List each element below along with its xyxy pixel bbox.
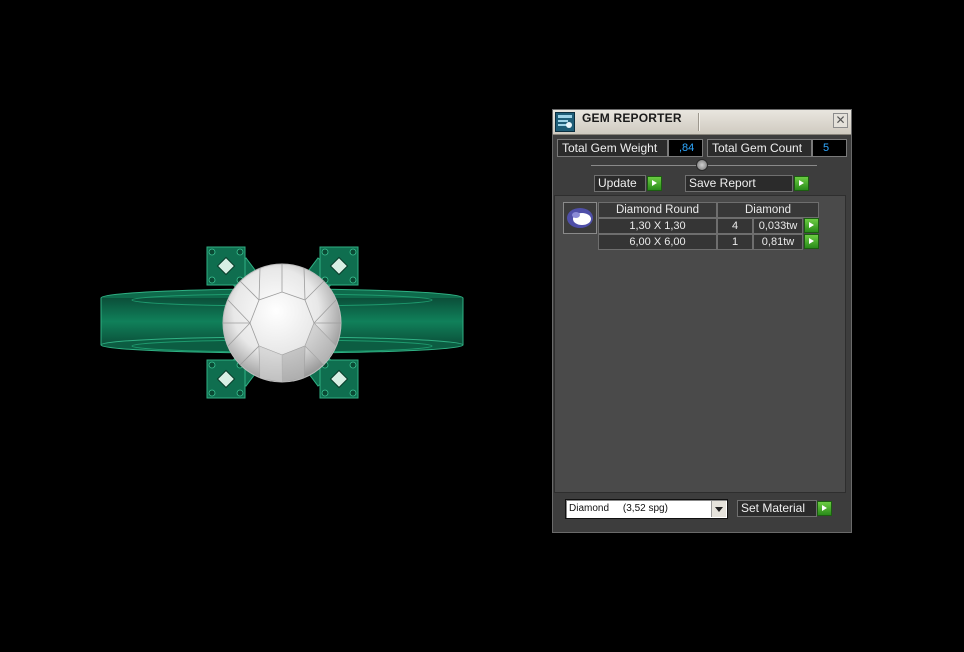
total-gem-weight-value: ,84 bbox=[668, 139, 703, 157]
close-icon[interactable]: ✕ bbox=[833, 113, 848, 128]
update-label[interactable]: Update bbox=[594, 175, 646, 192]
material-selected-value: Diamond (3,52 spg) bbox=[569, 503, 668, 514]
panel-splitter-handle[interactable] bbox=[696, 159, 708, 171]
gem-row-select-button[interactable] bbox=[804, 218, 819, 233]
total-gem-weight-label: Total Gem Weight bbox=[557, 139, 668, 157]
panel-title: GEM REPORTER bbox=[582, 111, 682, 125]
gem-material-header: Diamond bbox=[717, 202, 819, 218]
chevron-down-icon[interactable] bbox=[711, 501, 726, 517]
save-report-label[interactable]: Save Report bbox=[685, 175, 793, 192]
save-report-button[interactable] bbox=[794, 176, 809, 191]
3d-viewport[interactable] bbox=[0, 0, 548, 652]
gem-reporter-icon bbox=[555, 112, 575, 132]
gem-row-size: 1,30 X 1,30 bbox=[598, 218, 717, 234]
total-gem-count-value: 5 bbox=[812, 139, 847, 157]
material-dropdown[interactable]: Diamond (3,52 spg) bbox=[565, 499, 728, 519]
gem-thumbnail-icon[interactable] bbox=[563, 202, 597, 234]
center-diamond bbox=[222, 263, 342, 383]
gem-row-count: 1 bbox=[717, 234, 753, 250]
gem-row-select-button[interactable] bbox=[804, 234, 819, 249]
ring-render bbox=[100, 246, 464, 399]
total-gem-count-label: Total Gem Count bbox=[707, 139, 812, 157]
title-bar[interactable]: GEM REPORTER ✕ bbox=[553, 110, 851, 135]
gem-row-weight: 0,033tw bbox=[753, 218, 803, 234]
title-divider bbox=[698, 113, 699, 131]
gem-row-weight: 0,81tw bbox=[753, 234, 803, 250]
set-material-button[interactable] bbox=[817, 501, 832, 516]
update-button[interactable] bbox=[647, 176, 662, 191]
gem-row-count: 4 bbox=[717, 218, 753, 234]
set-material-label[interactable]: Set Material bbox=[737, 500, 817, 517]
gem-row-size: 6,00 X 6,00 bbox=[598, 234, 717, 250]
gem-reporter-panel: GEM REPORTER ✕ Total Gem Weight ,84 Tota… bbox=[552, 109, 852, 533]
gem-shape-header: Diamond Round bbox=[598, 202, 717, 218]
